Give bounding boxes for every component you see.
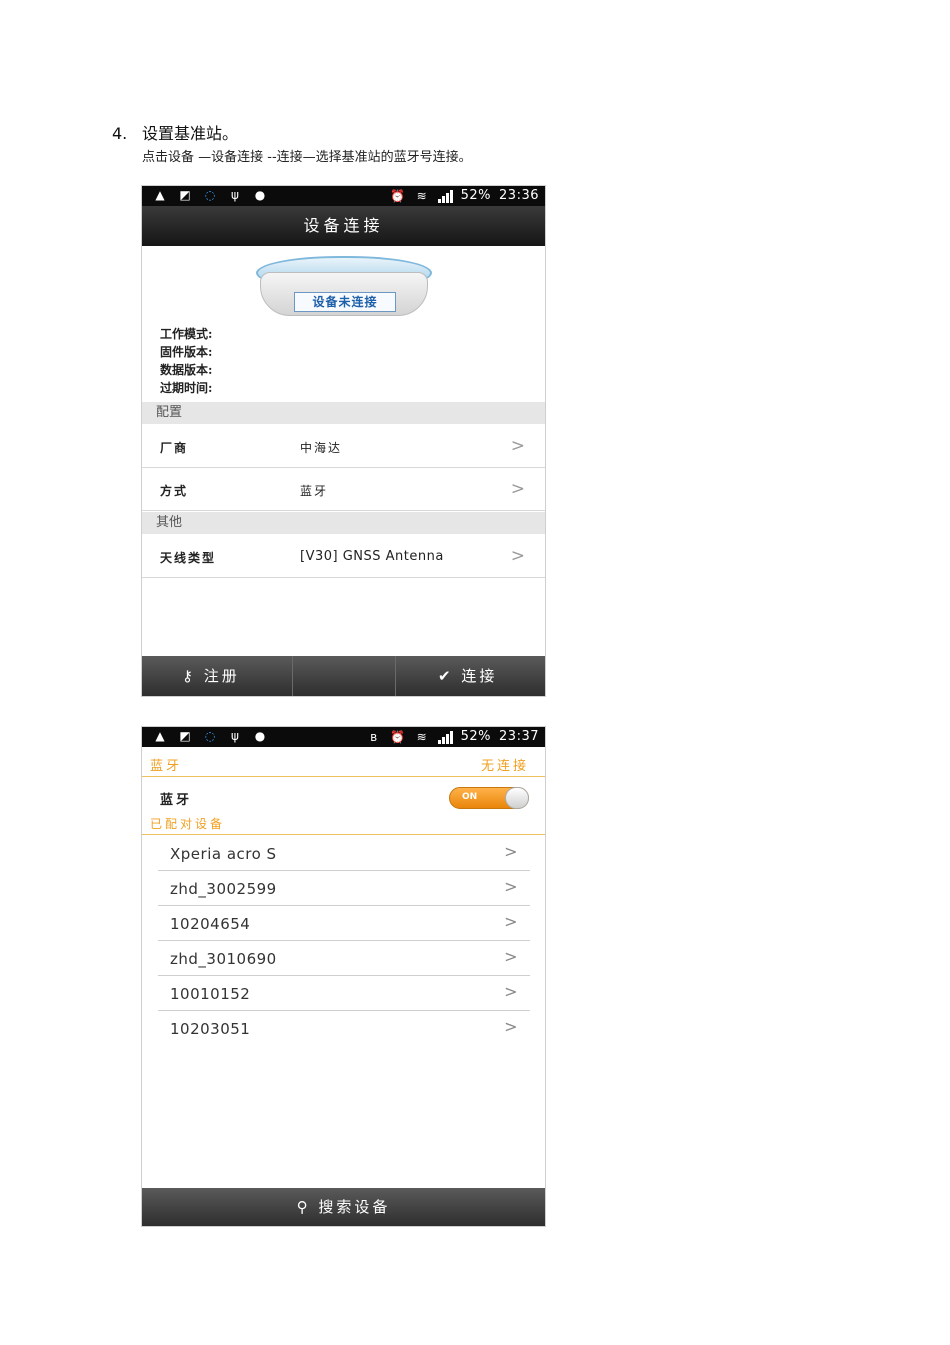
device-status-label: 设备未连接: [294, 292, 396, 312]
qq-icon: ◌: [204, 729, 216, 743]
battery-percent: 52%: [460, 729, 492, 744]
manufacturer-row[interactable]: 厂商 中海达 >: [142, 426, 545, 468]
status-bar: ▲ ◩ ◌ ψ ● ʙ ⏰ ≋ 52% 23:37: [142, 727, 545, 747]
antenna-row[interactable]: 天线类型 [V30] GNSS Antenna >: [142, 536, 545, 578]
usb-icon: ψ: [231, 188, 239, 202]
bluetooth-label: 蓝牙: [160, 793, 193, 808]
expiry-time-label: 过期时间:: [160, 381, 213, 395]
list-item[interactable]: 10203051 >: [158, 1011, 530, 1046]
step-title: 4. 设置基准站。: [112, 120, 238, 144]
antenna-label: 天线类型: [160, 551, 217, 565]
list-item[interactable]: Xperia acro S >: [158, 836, 530, 871]
data-version-label: 数据版本:: [160, 363, 213, 377]
chevron-right-icon: >: [504, 947, 518, 966]
warning-icon: ▲: [155, 188, 165, 202]
antenna-value: [V30] GNSS Antenna: [300, 549, 444, 564]
chevron-right-icon: >: [510, 479, 525, 499]
device-info: 工作模式: 固件版本: 数据版本: 过期时间:: [160, 325, 212, 397]
screen-title: 设备连接: [142, 206, 545, 246]
paired-devices-title: 已配对设备: [150, 817, 226, 831]
list-item[interactable]: zhd_3010690 >: [158, 941, 530, 976]
alarm-icon: ⏰: [390, 729, 406, 744]
device-name: 10203051: [170, 1020, 251, 1038]
toggle-knob: [505, 787, 529, 809]
android-icon: ●: [254, 188, 266, 202]
firmware-version-label: 固件版本:: [160, 345, 213, 359]
device-name: zhd_3010690: [170, 950, 277, 968]
bluetooth-title: 蓝牙: [150, 759, 183, 774]
wifi-icon: ≋: [416, 188, 427, 203]
alarm-icon: ⏰: [390, 188, 406, 203]
clock: 23:37: [499, 729, 539, 744]
device-name: Xperia acro S: [170, 845, 277, 863]
method-value: 蓝牙: [300, 484, 329, 498]
chevron-right-icon: >: [510, 546, 525, 566]
search-devices-button[interactable]: ⚲ 搜索设备: [142, 1188, 545, 1226]
list-item[interactable]: 10204654 >: [158, 906, 530, 941]
step-description: 点击设备 —设备连接 --连接—选择基准站的蓝牙号连接。: [142, 150, 472, 165]
list-item[interactable]: 10010152 >: [158, 976, 530, 1011]
method-label: 方式: [160, 484, 189, 498]
key-icon: ⚷: [182, 667, 196, 685]
connect-label: 连接: [461, 667, 498, 685]
method-row[interactable]: 方式 蓝牙 >: [142, 469, 545, 511]
qq-icon: ◌: [204, 188, 216, 202]
connection-status: 无连接: [480, 759, 529, 774]
battery-percent: 52%: [460, 188, 492, 203]
step-number: 4.: [112, 124, 128, 143]
device-name: 10010152: [170, 985, 251, 1003]
manufacturer-label: 厂商: [160, 441, 189, 455]
paired-devices-header: 已配对设备: [142, 815, 545, 835]
android-icon: ●: [254, 729, 266, 743]
bluetooth-screen: ▲ ◩ ◌ ψ ● ʙ ⏰ ≋ 52% 23:37 蓝牙 无连接 蓝牙 ON 已…: [141, 726, 546, 1227]
manufacturer-value: 中海达: [300, 441, 343, 455]
chevron-right-icon: >: [504, 877, 518, 896]
bluetooth-header: 蓝牙 无连接: [142, 747, 545, 777]
chevron-right-icon: >: [504, 982, 518, 1001]
connect-button[interactable]: ✔ 连接: [438, 656, 497, 696]
search-icon: ⚲: [296, 1198, 311, 1216]
warning-icon: ▲: [155, 729, 165, 743]
bluetooth-icon: ʙ: [370, 729, 378, 744]
chevron-right-icon: >: [504, 912, 518, 931]
step-title-text: 设置基准站。: [142, 124, 239, 143]
other-section-header: 其他: [142, 512, 545, 534]
signal-icon: [437, 730, 453, 744]
work-mode-label: 工作模式:: [160, 327, 213, 341]
device-connect-screen: ▲ ◩ ◌ ψ ● ⏰ ≋ 52% 23:36 设备连接 设备未连接 工作模式:…: [141, 185, 546, 697]
image-icon: ◩: [179, 729, 191, 743]
gnss-receiver-image: 设备未连接: [256, 256, 432, 318]
image-icon: ◩: [179, 188, 191, 202]
search-devices-label: 搜索设备: [318, 1198, 391, 1216]
register-label: 注册: [203, 667, 240, 685]
register-button[interactable]: ⚷ 注册: [182, 656, 240, 696]
chevron-right-icon: >: [504, 842, 518, 861]
config-section-header: 配置: [142, 402, 545, 424]
bottom-bar: ⚷ 注册 ✔ 连接: [142, 656, 545, 696]
toggle-state: ON: [462, 792, 478, 802]
signal-icon: [437, 189, 453, 203]
bluetooth-toggle[interactable]: ON: [449, 787, 529, 809]
device-name: 10204654: [170, 915, 251, 933]
status-bar: ▲ ◩ ◌ ψ ● ⏰ ≋ 52% 23:36: [142, 186, 545, 206]
device-name: zhd_3002599: [170, 880, 277, 898]
check-icon: ✔: [438, 667, 454, 685]
chevron-right-icon: >: [504, 1017, 518, 1036]
usb-icon: ψ: [231, 729, 239, 743]
chevron-right-icon: >: [510, 436, 525, 456]
clock: 23:36: [499, 188, 539, 203]
list-item[interactable]: zhd_3002599 >: [158, 871, 530, 906]
bluetooth-toggle-row: 蓝牙 ON: [142, 779, 545, 811]
wifi-icon: ≋: [416, 729, 427, 744]
